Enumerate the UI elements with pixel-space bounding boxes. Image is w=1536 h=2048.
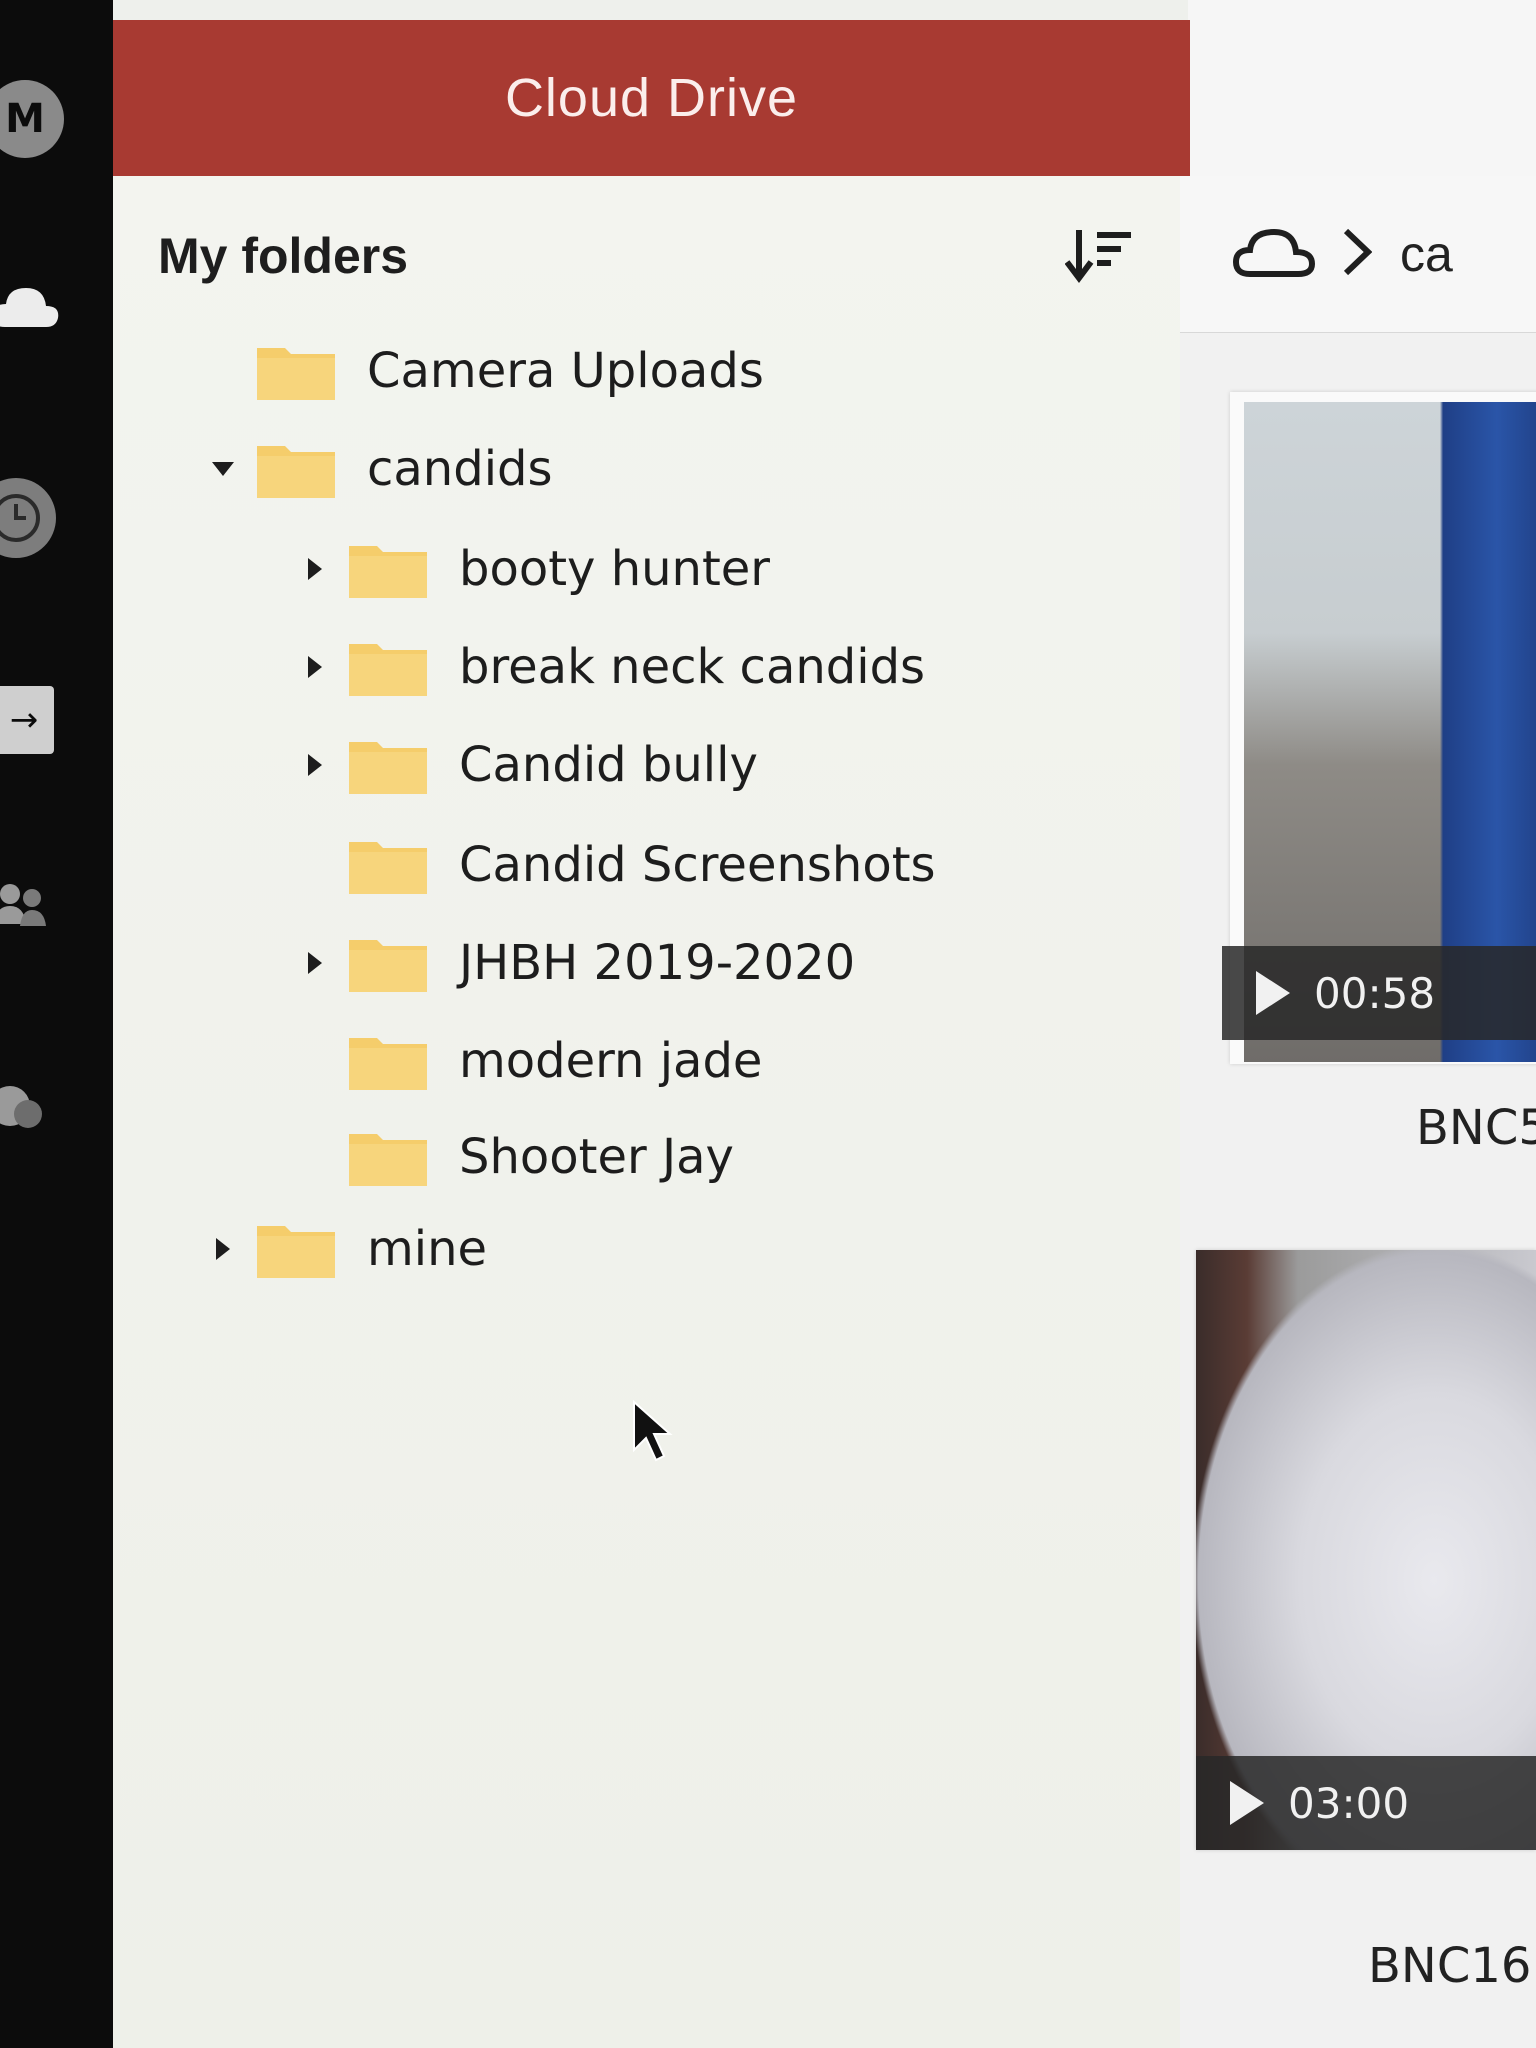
- folder-label: candids: [367, 441, 553, 497]
- sort-button[interactable]: [1060, 216, 1140, 296]
- panel-header: Cloud Drive: [113, 20, 1190, 176]
- folder-row-candid-bully[interactable]: Candid bully: [295, 720, 758, 810]
- video-duration: 03:00: [1288, 1778, 1410, 1828]
- top-bar-right: [1188, 0, 1536, 181]
- cloud-icon[interactable]: [1232, 222, 1316, 286]
- folder-row-camera-uploads[interactable]: Camera Uploads: [203, 326, 764, 416]
- triangle-down-icon[interactable]: [203, 449, 243, 489]
- folder-label: modern jade: [459, 1033, 763, 1089]
- file-name[interactable]: BNC16.: [1368, 1938, 1536, 1994]
- folder-label: break neck candids: [459, 639, 926, 695]
- triangle-right-icon[interactable]: [295, 647, 335, 687]
- folder-panel: My folders Camera Uploads candids booty …: [113, 176, 1180, 2048]
- triangle-right-icon[interactable]: [203, 1229, 243, 1269]
- expander-none: [295, 1041, 335, 1081]
- folder-row-candid-screenshots[interactable]: Candid Screenshots: [295, 820, 936, 910]
- chevron-right-icon: [1342, 227, 1373, 281]
- chat-icon[interactable]: [0, 1078, 48, 1138]
- folder-row-mine[interactable]: mine: [203, 1204, 487, 1294]
- folder-panel-header: My folders: [158, 216, 1140, 296]
- mouse-cursor-icon: [633, 1400, 673, 1462]
- play-icon: [1256, 971, 1290, 1015]
- breadcrumb: ca: [1180, 176, 1536, 333]
- folder-icon: [349, 1134, 427, 1186]
- folder-label: Shooter Jay: [459, 1129, 734, 1185]
- breadcrumb-current[interactable]: ca: [1400, 225, 1453, 283]
- folder-row-break-neck-candids[interactable]: break neck candids: [295, 622, 925, 712]
- triangle-right-icon[interactable]: [295, 745, 335, 785]
- folder-icon: [257, 1226, 335, 1278]
- video-duration: 00:58: [1314, 968, 1436, 1018]
- folder-icon: [349, 842, 427, 894]
- folder-label: booty hunter: [459, 541, 771, 597]
- folder-icon: [349, 644, 427, 696]
- file-card[interactable]: 00:58: [1222, 392, 1536, 1064]
- folder-row-modern-jade[interactable]: modern jade: [295, 1016, 762, 1106]
- video-duration-bar: 03:00: [1196, 1756, 1536, 1850]
- video-duration-bar: 00:58: [1222, 946, 1536, 1040]
- folder-row-shooter-jay[interactable]: Shooter Jay: [295, 1112, 734, 1202]
- file-name[interactable]: BNC5: [1416, 1100, 1536, 1156]
- folder-label: Camera Uploads: [367, 343, 764, 399]
- file-browser: ca 00:58 BNC5 03:00 BNC16.: [1180, 176, 1536, 2048]
- mega-logo-icon[interactable]: M: [0, 80, 64, 158]
- triangle-right-icon[interactable]: [295, 943, 335, 983]
- folder-icon: [349, 742, 427, 794]
- folder-label: mine: [367, 1221, 488, 1277]
- expander-none: [203, 351, 243, 391]
- clock-icon[interactable]: [0, 478, 56, 558]
- play-icon: [1230, 1781, 1264, 1825]
- folder-label: JHBH 2019-2020: [459, 935, 856, 991]
- folder-icon: [349, 546, 427, 598]
- triangle-right-icon[interactable]: [295, 549, 335, 589]
- folder-icon: [349, 940, 427, 992]
- app-sidebar: M →: [0, 0, 113, 2048]
- transfer-icon[interactable]: →: [0, 686, 54, 754]
- folder-row-candids[interactable]: candids: [203, 424, 553, 514]
- sort-descending-icon: [1065, 230, 1131, 283]
- expander-none: [295, 1137, 335, 1177]
- folder-row-jhbh-2019-2020[interactable]: JHBH 2019-2020: [295, 918, 855, 1008]
- folder-label: Candid Screenshots: [459, 837, 936, 893]
- page-title: Cloud Drive: [504, 68, 799, 128]
- folder-icon: [257, 348, 335, 400]
- expander-none: [295, 845, 335, 885]
- folder-row-booty-hunter[interactable]: booty hunter: [295, 524, 770, 614]
- folder-icon: [349, 1038, 427, 1090]
- file-card[interactable]: 03:00: [1196, 1250, 1536, 1850]
- contacts-icon[interactable]: [0, 880, 52, 930]
- folder-icon: [257, 446, 335, 498]
- folder-label: Candid bully: [459, 737, 758, 793]
- my-folders-title: My folders: [158, 228, 409, 284]
- cloud-icon[interactable]: [0, 282, 60, 332]
